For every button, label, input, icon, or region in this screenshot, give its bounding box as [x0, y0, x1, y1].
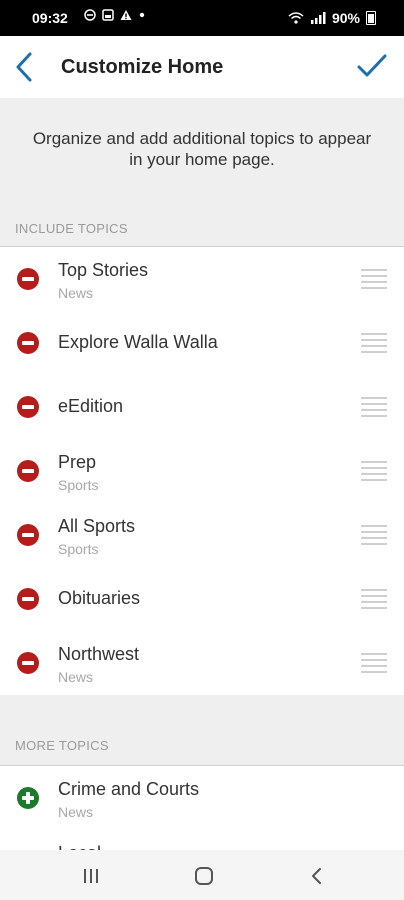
topic-category: Sports: [58, 477, 99, 493]
topic-category: News: [58, 804, 94, 820]
topic-name: Northwest: [58, 644, 140, 664]
more-topics-list: Crime and Courts News Local: [0, 765, 404, 851]
drag-handle-icon[interactable]: [361, 525, 387, 545]
topic-name: Crime and Courts: [58, 779, 200, 799]
topic-name: All Sports: [58, 516, 136, 536]
list-item[interactable]: Crime and Courts News: [0, 766, 404, 831]
drag-handle-icon[interactable]: [361, 653, 387, 673]
recents-icon[interactable]: [79, 864, 103, 888]
drag-handle-icon[interactable]: [361, 397, 387, 417]
list-item[interactable]: All Sports Sports: [0, 503, 404, 568]
drag-handle-icon[interactable]: [361, 589, 387, 609]
page-title: Customize Home: [61, 56, 224, 78]
more-topics-header: MORE TOPICS: [0, 695, 404, 765]
topic-category: Sports: [58, 541, 99, 557]
status-bar: 09:32 90%: [0, 0, 404, 36]
topic-category: News: [58, 285, 94, 301]
topic-category: News: [58, 669, 94, 685]
chevron-left-icon[interactable]: [10, 50, 38, 84]
status-system-icons: 90%: [288, 10, 376, 26]
add-icon[interactable]: [17, 787, 39, 809]
status-notification-icons: [84, 9, 146, 21]
wifi-icon: [288, 12, 304, 24]
topic-name: Top Stories: [58, 260, 149, 280]
remove-icon[interactable]: [17, 460, 39, 482]
include-topics-list: Top Stories News Explore Walla Walla eEd…: [0, 246, 404, 696]
include-topics-label: INCLUDE TOPICS: [15, 221, 128, 236]
remove-icon[interactable]: [17, 332, 39, 354]
topic-name: Prep: [58, 452, 97, 472]
dnd-icon: [84, 9, 96, 21]
status-time: 09:32: [32, 10, 68, 26]
list-item[interactable]: Local: [0, 830, 404, 851]
more-topics-label: MORE TOPICS: [15, 738, 109, 753]
battery-percent: 90%: [331, 10, 360, 26]
app-bar: Customize Home: [0, 36, 404, 99]
topic-name: eEdition: [58, 396, 124, 416]
drag-handle-icon[interactable]: [361, 269, 387, 289]
list-item[interactable]: Northwest News: [0, 631, 404, 696]
drag-handle-icon[interactable]: [361, 333, 387, 353]
alert-icon: [120, 10, 132, 20]
remove-icon[interactable]: [17, 396, 39, 418]
drag-handle-icon[interactable]: [361, 461, 387, 481]
remove-icon[interactable]: [17, 652, 39, 674]
topic-name: Explore Walla Walla: [58, 332, 218, 352]
list-item[interactable]: Explore Walla Walla: [0, 311, 404, 376]
list-item[interactable]: Top Stories News: [0, 247, 404, 312]
back-icon[interactable]: [305, 864, 329, 888]
remove-icon[interactable]: [17, 268, 39, 290]
intro-message: Organize and add additional topics to ap…: [32, 129, 372, 169]
system-nav-bar: [0, 850, 404, 900]
list-item[interactable]: eEdition: [0, 375, 404, 440]
topic-name: Obituaries: [58, 588, 141, 608]
checkmark-icon[interactable]: [356, 50, 388, 82]
dot-icon: [139, 12, 145, 18]
remove-icon[interactable]: [17, 588, 39, 610]
list-item[interactable]: Obituaries: [0, 567, 404, 632]
intro-panel: Organize and add additional topics to ap…: [0, 98, 404, 246]
remove-icon[interactable]: [17, 524, 39, 546]
signal-icon: [310, 12, 326, 24]
list-item[interactable]: Prep Sports: [0, 439, 404, 504]
battery-icon: [366, 11, 376, 25]
gallery-icon: [102, 9, 114, 21]
home-icon[interactable]: [192, 864, 216, 888]
